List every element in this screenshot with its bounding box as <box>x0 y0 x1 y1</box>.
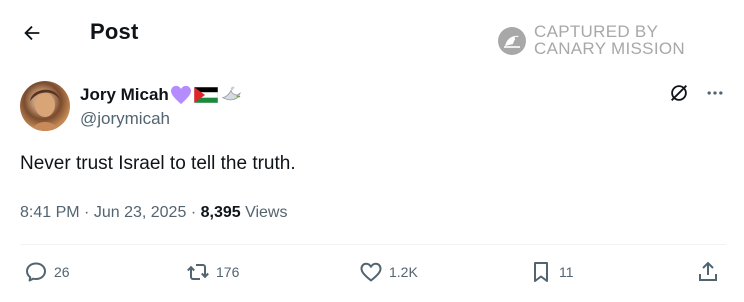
author-name[interactable]: Jory Micah <box>80 85 169 105</box>
canary-mission-watermark: CAPTURED BY CANARY MISSION <box>497 23 727 63</box>
canary-logo-icon <box>498 27 526 55</box>
more-horizontal-icon <box>707 91 723 95</box>
reply-count: 26 <box>54 264 70 280</box>
action-bar: 26 176 1.2K 11 <box>0 260 744 292</box>
page-title: Post <box>90 19 139 44</box>
post-date[interactable]: Jun 23, 2025 <box>94 204 187 221</box>
bookmark-count: 11 <box>559 264 574 280</box>
arrow-left-icon <box>24 25 40 41</box>
views-count: 8,395 <box>200 204 241 221</box>
bookmark-button[interactable]: 11 <box>529 260 574 284</box>
divider <box>20 244 726 245</box>
like-count: 1.2K <box>389 264 418 280</box>
avatar[interactable] <box>20 81 70 131</box>
author-block: Jory Micah @jorymicah <box>80 84 242 129</box>
grok-button[interactable] <box>668 82 690 104</box>
post-meta: 8:41 PM · Jun 23, 2025 · 8,395 Views <box>20 204 287 222</box>
page-header: Post CAPTURED BY CANARY MISSION <box>0 0 744 66</box>
reply-button[interactable]: 26 <box>24 260 70 284</box>
avatar-photo <box>30 89 60 131</box>
bookmark-icon <box>534 262 548 282</box>
meta-separator: · <box>190 204 197 221</box>
more-options-button[interactable] <box>704 82 726 104</box>
watermark-text: CAPTURED BY CANARY MISSION <box>534 23 685 57</box>
purple-heart-icon <box>170 85 191 105</box>
grok-icon <box>671 85 687 101</box>
repost-button[interactable]: 176 <box>186 260 239 284</box>
post-top-actions <box>668 82 726 104</box>
like-button[interactable]: 1.2K <box>359 260 418 284</box>
author-handle[interactable]: @jorymicah <box>80 109 242 129</box>
author-emojis <box>170 85 242 105</box>
palestine-flag-icon <box>193 87 218 103</box>
repost-icon <box>187 264 209 280</box>
share-button[interactable] <box>696 260 720 284</box>
share-icon <box>699 261 717 281</box>
repost-count: 176 <box>216 264 240 280</box>
views-label: Views <box>245 204 288 221</box>
meta-separator: · <box>84 204 90 221</box>
reply-icon <box>26 262 46 282</box>
post-time[interactable]: 8:41 PM <box>20 204 80 221</box>
watermark-line-2: CANARY MISSION <box>534 39 685 58</box>
heart-icon <box>360 262 382 282</box>
back-button[interactable] <box>14 15 50 51</box>
post-text: Never trust Israel to tell the truth. <box>20 153 296 174</box>
dove-icon <box>221 86 241 101</box>
